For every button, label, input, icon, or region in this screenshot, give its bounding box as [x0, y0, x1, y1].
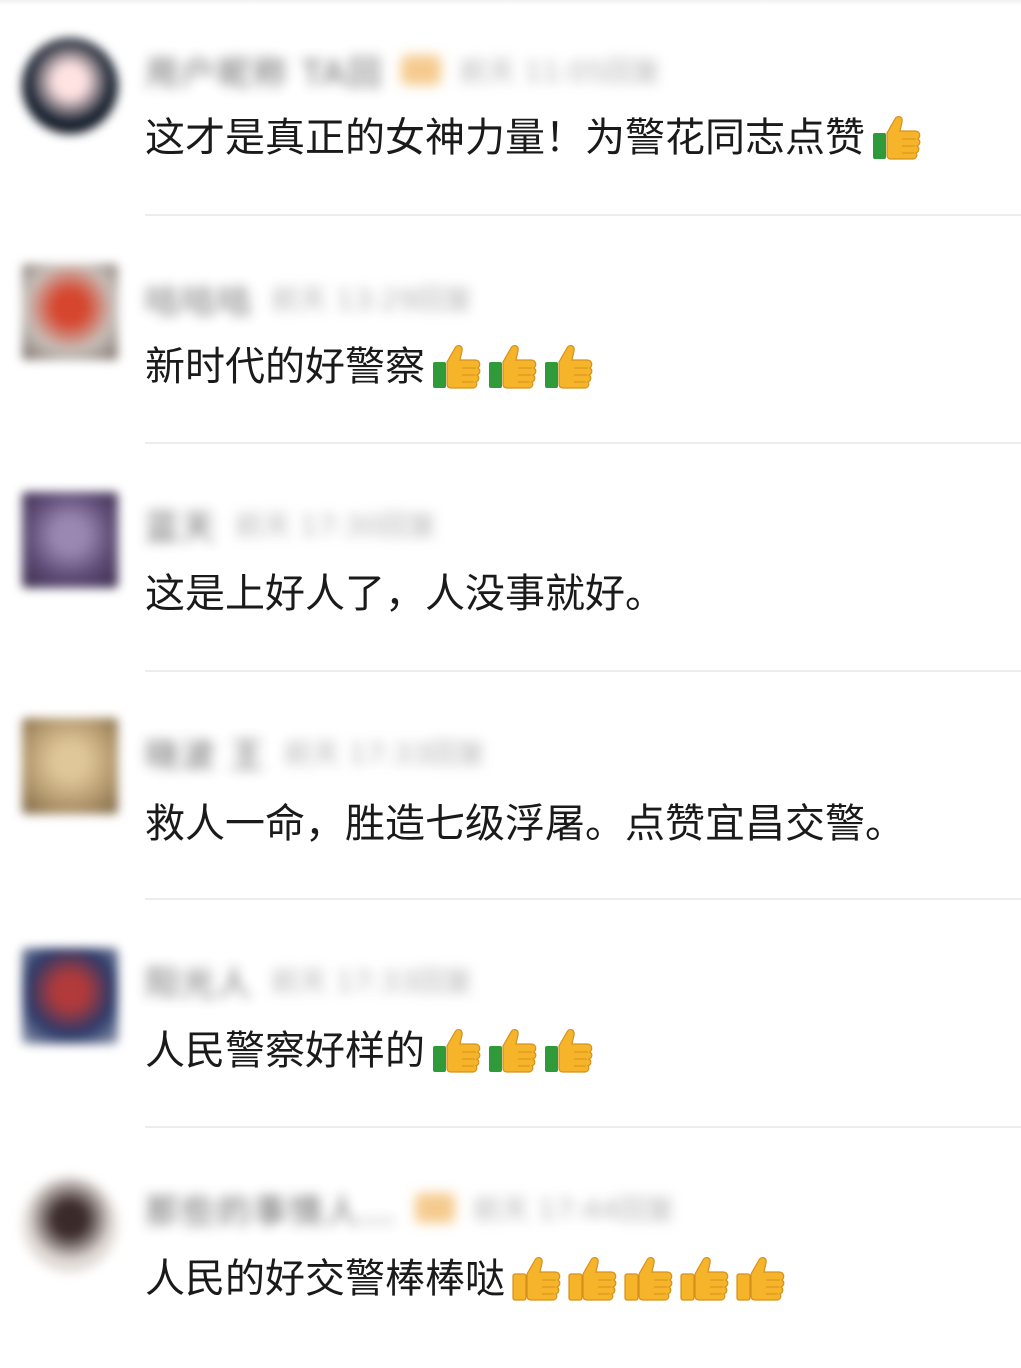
thumbs-up-icon [433, 345, 481, 389]
avatar[interactable] [22, 1176, 118, 1272]
divider [145, 214, 1021, 216]
thumbs-up-icon [512, 1257, 561, 1301]
comment-body: 人民的好交警棒棒哒 [145, 1256, 505, 1302]
comment-meta: 用户昵称 TA回 前天 11:05回复 [145, 46, 661, 95]
comment-item: 用户昵称 TA回 前天 11:05回复 这才是真正的女神力量！为警花同志点赞 [0, 0, 1021, 228]
comment-body: 这才是真正的女神力量！为警花同志点赞 [145, 115, 865, 161]
comment-item: 蓝天 前天 17:30回复 这是上好人了，人没事就好。 [0, 456, 1021, 684]
timestamp: 前天 11:05回复 [459, 55, 661, 88]
avatar[interactable] [22, 718, 118, 814]
comment-meta: 蓝天 前天 17:30回复 [145, 500, 437, 549]
nickname[interactable]: 用户昵称 TA回 [145, 46, 383, 95]
thumbs-up-emojis [869, 113, 925, 163]
comment-text: 人民警察好样的 [145, 1023, 597, 1079]
thumbs-up-icon [433, 1029, 481, 1073]
comment-meta: 晓波 王 前天 17:33回复 [145, 728, 486, 777]
vip-badge-icon [401, 55, 442, 85]
thumbs-up-icon [873, 116, 921, 160]
comment-body: 救人一命，胜造七级浮屠。点赞宜昌交警。 [145, 801, 905, 847]
comment-body: 新时代的好警察 [145, 344, 425, 390]
avatar[interactable] [22, 264, 118, 360]
thumbs-up-icon [736, 1257, 785, 1301]
comment-text: 救人一命，胜造七级浮屠。点赞宜昌交警。 [145, 796, 905, 852]
divider [145, 442, 1021, 444]
thumbs-up-emojis [429, 342, 597, 392]
timestamp: 前天 17:44回复 [473, 1193, 675, 1226]
nickname[interactable]: 蓝天 [145, 500, 217, 549]
nickname[interactable]: 咕咕咕 [145, 274, 253, 323]
divider [145, 898, 1021, 900]
timestamp: 前天 13:29回复 [271, 283, 473, 316]
comment-text: 这是上好人了，人没事就好。 [145, 566, 665, 622]
nickname[interactable]: 阳光人 [145, 956, 253, 1005]
thumbs-up-icon [624, 1257, 673, 1301]
thumbs-up-icon [489, 1029, 537, 1073]
nickname[interactable]: 晓波 王 [145, 728, 266, 777]
thumbs-up-icon [545, 345, 593, 389]
avatar[interactable] [22, 38, 118, 134]
comment-body: 人民警察好样的 [145, 1028, 425, 1074]
comment-item: 那些的事情人… 前天 17:44回复 人民的好交警棒棒哒 [0, 1140, 1021, 1368]
comment-text: 人民的好交警棒棒哒 [145, 1251, 789, 1307]
divider [145, 1126, 1021, 1128]
comment-item: 晓波 王 前天 17:33回复 救人一命，胜造七级浮屠。点赞宜昌交警。 [0, 684, 1021, 912]
thumbs-up-emojis [429, 1026, 597, 1076]
timestamp: 前天 17:33回复 [271, 965, 473, 998]
thumbs-up-icon [680, 1257, 729, 1301]
comment-meta: 咕咕咕 前天 13:29回复 [145, 274, 473, 323]
thumbs-up-emojis [509, 1254, 789, 1304]
divider [145, 670, 1021, 672]
comment-item: 阳光人 前天 17:33回复 人民警察好样的 [0, 912, 1021, 1140]
comment-meta: 阳光人 前天 17:33回复 [145, 956, 473, 1005]
thumbs-up-icon [489, 345, 537, 389]
avatar[interactable] [22, 948, 118, 1044]
timestamp: 前天 17:30回复 [235, 509, 437, 542]
comment-item: 咕咕咕 前天 13:29回复 新时代的好警察 [0, 228, 1021, 456]
comment-text: 这才是真正的女神力量！为警花同志点赞 [145, 110, 925, 166]
comment-body: 这是上好人了，人没事就好。 [145, 571, 665, 617]
thumbs-up-icon [568, 1257, 617, 1301]
vip-badge-icon [415, 1193, 455, 1223]
timestamp: 前天 17:33回复 [283, 737, 486, 770]
comment-text: 新时代的好警察 [145, 339, 597, 395]
thumbs-up-icon [545, 1029, 593, 1073]
nickname[interactable]: 那些的事情人… [145, 1184, 397, 1233]
comment-meta: 那些的事情人… 前天 17:44回复 [145, 1184, 675, 1233]
avatar[interactable] [22, 492, 118, 588]
